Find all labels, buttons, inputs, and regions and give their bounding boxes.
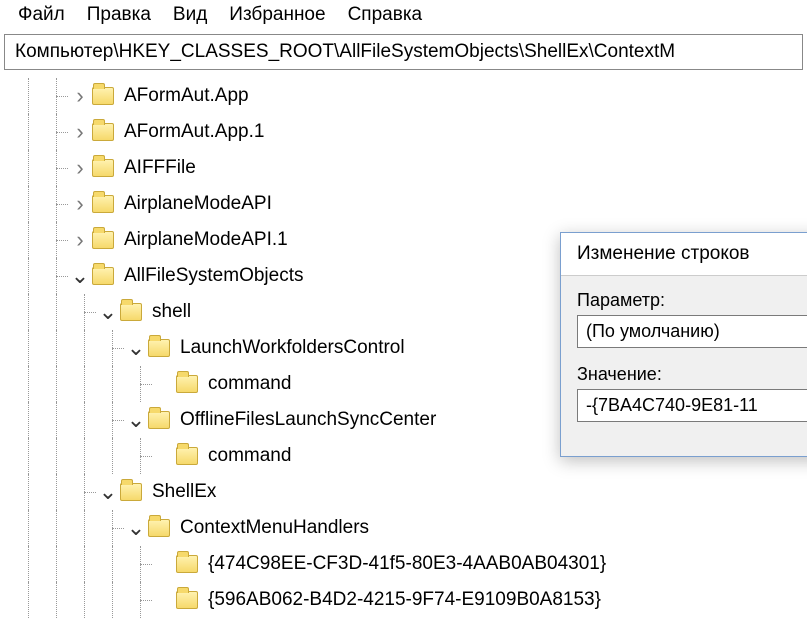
chevron-down-icon[interactable]: ⌄ xyxy=(126,343,146,353)
tree-label: LaunchWorkfoldersControl xyxy=(180,330,405,366)
folder-icon xyxy=(120,303,142,321)
tree-label: AllFileSystemObjects xyxy=(124,258,304,294)
tree-label: shell xyxy=(152,294,191,330)
menu-favorites[interactable]: Избранное xyxy=(229,4,325,26)
tree-row[interactable]: › AFormAut.App xyxy=(14,78,807,114)
chevron-right-icon[interactable]: › xyxy=(70,114,90,150)
folder-icon xyxy=(148,519,170,537)
folder-icon xyxy=(92,267,114,285)
folder-icon xyxy=(92,123,114,141)
menu-edit[interactable]: Правка xyxy=(87,4,151,26)
tree-label: OfflineFilesLaunchSyncCenter xyxy=(180,402,436,438)
tree-label: AirplaneModeAPI.1 xyxy=(124,222,288,258)
menu-file[interactable]: Файл xyxy=(18,4,65,26)
chevron-right-icon[interactable]: › xyxy=(70,78,90,114)
tree-label: AFormAut.App.1 xyxy=(124,114,264,150)
value-label: Значение: xyxy=(577,364,807,385)
tree-row[interactable]: ⌄ ShellEx xyxy=(14,474,807,510)
tree-label: {474C98EE-CF3D-41f5-80E3-4AAB0AB04301} xyxy=(208,546,606,582)
folder-icon xyxy=(92,195,114,213)
param-label: Параметр: xyxy=(577,290,807,311)
folder-icon xyxy=(176,555,198,573)
folder-icon xyxy=(92,159,114,177)
chevron-right-icon[interactable]: › xyxy=(70,186,90,222)
folder-icon xyxy=(176,447,198,465)
tree-label: command xyxy=(208,366,291,402)
tree-label: AirplaneModeAPI xyxy=(124,186,272,222)
tree-row[interactable]: › AIFFFile xyxy=(14,150,807,186)
tree-label: command xyxy=(208,438,291,474)
edit-string-dialog: Изменение строков Параметр: Значение: xyxy=(560,232,807,457)
chevron-down-icon[interactable]: ⌄ xyxy=(70,271,90,281)
chevron-right-icon[interactable]: › xyxy=(70,222,90,258)
tree-label: AFormAut.App xyxy=(124,78,249,114)
tree-row[interactable]: · {596AB062-B4D2-4215-9F74-E9109B0A8153} xyxy=(14,582,807,618)
folder-icon xyxy=(148,339,170,357)
address-bar[interactable]: Компьютер\HKEY_CLASSES_ROOT\AllFileSyste… xyxy=(4,34,803,70)
chevron-down-icon[interactable]: ⌄ xyxy=(126,415,146,425)
chevron-down-icon[interactable]: ⌄ xyxy=(126,523,146,533)
expander-blank: · xyxy=(154,582,174,618)
tree-row[interactable]: · {474C98EE-CF3D-41f5-80E3-4AAB0AB04301} xyxy=(14,546,807,582)
menu-view[interactable]: Вид xyxy=(173,4,207,26)
value-input[interactable] xyxy=(577,389,807,422)
tree-label: AIFFFile xyxy=(124,150,196,186)
tree-label: ShellEx xyxy=(152,474,216,510)
folder-icon xyxy=(176,375,198,393)
tree-row[interactable]: › AFormAut.App.1 xyxy=(14,114,807,150)
tree-label: {596AB062-B4D2-4215-9F74-E9109B0A8153} xyxy=(208,582,601,618)
param-input[interactable] xyxy=(577,315,807,348)
folder-icon xyxy=(176,591,198,609)
folder-icon xyxy=(148,411,170,429)
folder-icon xyxy=(92,87,114,105)
menu-help[interactable]: Справка xyxy=(348,4,423,26)
chevron-right-icon[interactable]: › xyxy=(70,150,90,186)
tree-row[interactable]: ⌄ ContextMenuHandlers xyxy=(14,510,807,546)
expander-blank: · xyxy=(154,546,174,582)
chevron-down-icon[interactable]: ⌄ xyxy=(98,487,118,497)
expander-blank: · xyxy=(154,438,174,474)
tree-row[interactable]: › AirplaneModeAPI xyxy=(14,186,807,222)
dialog-title: Изменение строков xyxy=(561,233,807,276)
menu-bar: Файл Правка Вид Избранное Справка xyxy=(0,0,807,32)
expander-blank: · xyxy=(154,366,174,402)
tree-label: ContextMenuHandlers xyxy=(180,510,369,546)
folder-icon xyxy=(120,483,142,501)
chevron-down-icon[interactable]: ⌄ xyxy=(98,307,118,317)
folder-icon xyxy=(92,231,114,249)
